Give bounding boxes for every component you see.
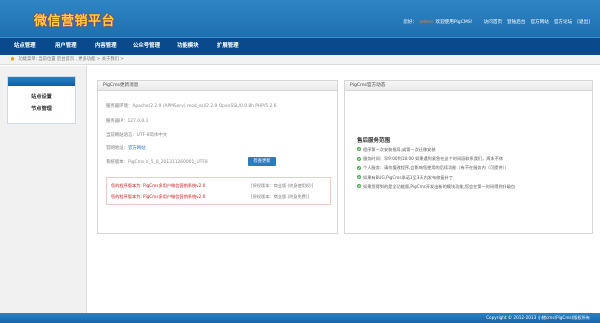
server-ip-value: 127.0.0.1 — [127, 119, 149, 124]
nav-public-account-management[interactable]: 公众号管理 — [133, 38, 160, 55]
user-bar: 您好： admin 欢迎使用PigCMS! 访问首页 登陆后台 官方网站 官方论… — [403, 19, 590, 26]
check-icon — [357, 147, 361, 152]
service-item-text: 程序第一次安装指导,或第一次迁移安装 — [363, 147, 436, 152]
sidebar-header — [8, 77, 75, 86]
logout-link[interactable]: [退出] — [577, 19, 590, 25]
official-forum-link[interactable]: 官方论坛 — [554, 19, 572, 25]
list-item: 程序第一次安装指导,或第一次迁移安装 — [357, 145, 515, 154]
list-item: 如果您得到的是全功能版,PigCms开发出新的模块功能,您会在第一时间得到升级包 — [357, 182, 515, 191]
welcome-text: 欢迎使用PigCMS! — [435, 20, 473, 25]
main-nav: 站点管理 用户管理 内容管理 公众号管理 功能模块 扩展管理 — [0, 37, 600, 55]
sidebar-item-site-settings[interactable]: 站点设置 — [8, 93, 75, 100]
service-list: 程序第一次安装指导,或第一次迁移安装 服务时间：早9:00到18:00 如果遇到… — [357, 145, 515, 191]
copyright-text: Copyright © 2012-2013 小猪cms(PigCms)版权所有 — [486, 315, 590, 320]
license-type-text: [授权版本：商业版 (终身免费)] — [251, 194, 310, 199]
list-item: 服务时间：早9:00到18:00 如果遇到紧急在这个时间段联系我们，周末不休 — [357, 154, 515, 163]
check-icon — [357, 174, 361, 179]
nav-extension-management[interactable]: 扩展管理 — [217, 38, 239, 55]
sidebar-menu: 站点设置 节点管理 — [7, 76, 76, 124]
license-version-text: 您的程序版本为: PigCms多用户微信营销系统v2.0 — [111, 183, 206, 188]
system-version-row: 系统版本：PigCms V_5_0_201311260001_UTF8 — [106, 159, 208, 165]
official-news-panel: PigCms官方动态 售后服务范围 程序第一次安装指导,或第一次迁移安装 服务时… — [344, 80, 593, 234]
service-item-text: 服务时间：早9:00到18:00 如果遇到紧急在这个时间段联系我们，周末不休 — [363, 156, 504, 162]
nav-site-management[interactable]: 站点管理 — [14, 38, 36, 55]
check-icon — [357, 165, 361, 170]
system-version-value: PigCms V_5_0_201311260001_UTF8 — [127, 160, 208, 165]
login-admin-link[interactable]: 登陆后台 — [507, 19, 525, 25]
nav-function-modules[interactable]: 功能模块 — [177, 38, 199, 55]
official-url-row: 官网地址：官方网站 — [106, 145, 146, 151]
system-version-label: 系统版本： — [106, 160, 128, 165]
license-type-text: [授权版本：商业版 (终身使用权)] — [251, 183, 314, 188]
server-env-row: 服务器环境：Apache/2.2.9 (APMServ) mod_ssl/2.2… — [106, 103, 277, 109]
official-site-link[interactable]: 官方网站 — [530, 19, 548, 25]
official-url-label: 官网地址： — [106, 146, 128, 151]
breadcrumb-text: 功能菜单: 当前位置 后台首页 , 更多功能 > 关于我们 > — [18, 57, 124, 62]
server-env-value: Apache/2.2.9 (APMServ) mod_ssl/2.2.9 Ope… — [132, 104, 277, 109]
check-icon — [357, 156, 361, 161]
list-item: 个人服务：请勿擅改程序,会影响您使用的后续功能（有不在服务内（可提供）） — [357, 163, 515, 172]
license-row: 您的程序版本为: PigCms多用户微信营销系统v2.0 [授权版本：商业版 (… — [111, 194, 309, 200]
check-update-button[interactable]: 检查更新 — [248, 157, 276, 166]
service-item-text: 如果您得到的是全功能版,PigCms开发出新的模块功能,您会在第一时间得到升级包 — [363, 183, 516, 189]
service-item-text: 个人服务：请勿擅改程序,会影响您使用的后续功能（有不在服务内（可提供）） — [363, 165, 509, 171]
site-language-value: UTF-8简体中文 — [136, 133, 168, 138]
check-icon — [357, 184, 361, 189]
nav-content-management[interactable]: 内容管理 — [95, 38, 117, 55]
username[interactable]: admin — [419, 20, 433, 25]
footer: Copyright © 2012-2013 小猪cms(PigCms)版权所有 — [0, 313, 600, 323]
update-info-panel: PigCms更新消息 服务器环境：Apache/2.2.9 (APMServ) … — [97, 80, 338, 234]
license-box: 您的程序版本为: PigCms多用户微信营销系统v2.0 [授权版本：商业版 (… — [106, 177, 331, 205]
user-label: 您好： — [403, 20, 418, 25]
sidebar-item-node-management[interactable]: 节点管理 — [8, 105, 75, 112]
breadcrumb: 功能菜单: 当前位置 后台首页 , 更多功能 > 关于我们 > — [0, 55, 600, 65]
sidebar: 站点设置 节点管理 — [0, 66, 87, 313]
update-panel-title: PigCms更新消息 — [98, 81, 337, 91]
official-url-link[interactable]: 官方网站 — [128, 146, 146, 151]
license-version-text: 您的程序版本为: PigCms多用户微信营销系统v2.0 — [111, 194, 206, 199]
license-row: 您的程序版本为: PigCms多用户微信营销系统v2.0 [授权版本：商业版 (… — [111, 183, 313, 189]
service-scope-title: 售后服务范围 — [357, 138, 391, 144]
news-panel-title: PigCms官方动态 — [345, 81, 592, 91]
logo[interactable]: 微信营销平台 — [34, 10, 115, 29]
home-icon — [10, 56, 15, 60]
nav-user-management[interactable]: 用户管理 — [55, 38, 77, 55]
site-language-label: 当前网站语言： — [106, 133, 137, 138]
list-item: 如果有BUG,PigCms承诺1至3天内发布修复补丁 — [357, 173, 515, 182]
site-language-row: 当前网站语言：UTF-8简体中文 — [106, 132, 167, 138]
visit-home-link[interactable]: 访问首页 — [484, 19, 502, 25]
server-env-label: 服务器环境： — [106, 104, 133, 109]
server-ip-label: 服务器IP： — [106, 119, 128, 124]
server-ip-row: 服务器IP：127.0.0.1 — [106, 118, 148, 124]
service-item-text: 如果有BUG,PigCms承诺1至3天内发布修复补丁 — [363, 174, 453, 180]
header: 微信营销平台 您好： admin 欢迎使用PigCMS! 访问首页 登陆后台 官… — [0, 0, 600, 37]
